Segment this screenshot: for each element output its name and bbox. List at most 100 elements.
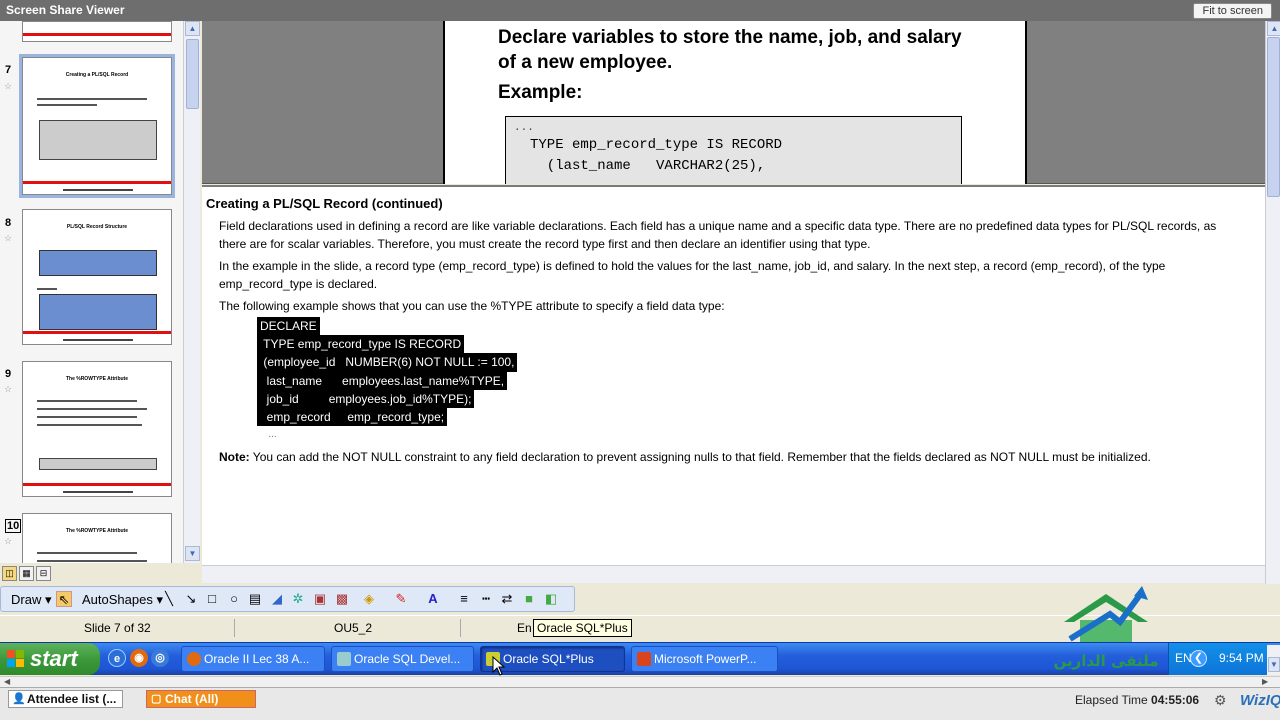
chat-label: Chat (All) xyxy=(165,692,219,706)
horizontal-scrollbar[interactable] xyxy=(202,565,1265,583)
task-powerpoint[interactable]: Microsoft PowerP... xyxy=(631,646,778,672)
ie-icon[interactable]: e xyxy=(108,649,126,667)
star-icon: ☆ xyxy=(4,536,13,546)
attendee-label: Attendee list (... xyxy=(27,692,117,706)
draw-menu[interactable]: Draw ▾ xyxy=(11,592,51,608)
code-line: (last_name VARCHAR2(25), xyxy=(530,158,766,174)
rectangle-icon[interactable]: □ xyxy=(204,591,220,607)
language-status: En xyxy=(517,621,532,635)
autoshapes-menu[interactable]: AutoShapes ▾ xyxy=(82,592,163,608)
scroll-up-icon[interactable]: ▲ xyxy=(185,21,200,36)
scroll-down-icon[interactable]: ▼ xyxy=(1268,657,1280,672)
dash-style-icon[interactable]: ┅ xyxy=(478,591,494,607)
elapsed-label: Elapsed Time xyxy=(1075,693,1148,707)
thumbnail-title: PL/SQL Record Structure xyxy=(66,224,128,230)
wordart-icon[interactable]: ◢ xyxy=(269,591,285,607)
viewer-title: Screen Share Viewer xyxy=(6,3,125,17)
sql-developer-icon xyxy=(337,652,351,666)
star-icon: ☆ xyxy=(4,384,13,394)
slide-number: 7 xyxy=(5,64,12,76)
mouse-cursor-icon xyxy=(492,656,506,676)
scroll-left-icon[interactable]: ◀ xyxy=(4,677,10,686)
note-text: You can add the NOT NULL constraint to a… xyxy=(249,450,1151,464)
code-line: TYPE emp_record_type IS RECORD xyxy=(530,137,783,153)
people-icon: 👤 xyxy=(12,693,26,705)
slide-show-icon[interactable]: ⊟ xyxy=(36,566,51,581)
notes-title: Creating a PL/SQL Record (continued) xyxy=(206,196,443,211)
code-line: last_name employees.last_name%TYPE, xyxy=(257,371,508,390)
thumbnail-title: The %ROWTYPE Attribute xyxy=(65,376,129,382)
quicklaunch-icon[interactable]: ◎ xyxy=(151,649,169,667)
thumbnail-title: Creating a PL/SQL Record xyxy=(65,72,129,78)
select-pointer-icon[interactable]: ⇖ xyxy=(56,591,72,607)
textbox-icon[interactable]: ▤ xyxy=(247,591,263,607)
slide-example-label: Example: xyxy=(498,82,583,103)
slide-code-box: ... TYPE emp_record_type IS RECORD (last… xyxy=(505,116,962,184)
firefox-icon[interactable]: ◉ xyxy=(130,649,148,667)
elapsed-value: 04:55:06 xyxy=(1151,693,1200,707)
line-icon[interactable]: ╲ xyxy=(161,591,177,607)
normal-view-icon[interactable]: ◫ xyxy=(2,566,17,581)
settings-gear-icon[interactable]: ⚙ xyxy=(1214,692,1227,709)
clock: 9:54 PM xyxy=(1219,651,1264,665)
fill-color-icon[interactable]: ◈ xyxy=(361,591,377,607)
fit-to-screen-button[interactable]: Fit to screen xyxy=(1193,3,1272,19)
note-label: Note: xyxy=(219,450,250,464)
slide-thumbnail-10[interactable]: The %ROWTYPE Attribute xyxy=(22,513,172,563)
right-scrollbar[interactable]: ▼ xyxy=(1267,645,1280,675)
scroll-up-icon[interactable]: ▲ xyxy=(1267,21,1280,36)
slide-counter: Slide 7 of 32 xyxy=(84,621,151,635)
elapsed-time: Elapsed Time 04:55:06 xyxy=(1075,693,1199,707)
bottom-scrollbar[interactable]: ◀ ▶ xyxy=(0,676,1280,687)
picture-icon[interactable]: ▩ xyxy=(334,591,350,607)
task-oracle-lecture[interactable]: Oracle II Lec 38 A... xyxy=(181,646,325,672)
font-color-icon[interactable]: A xyxy=(425,591,441,607)
viewer-title-bar: Screen Share Viewer xyxy=(0,0,1280,21)
notes-paragraph: In the example in the slide, a record ty… xyxy=(219,259,1166,291)
arrow-icon[interactable]: ↘ xyxy=(183,591,199,607)
slide-sorter-view-icon[interactable]: ▦ xyxy=(19,566,34,581)
code-line: job_id employees.job_id%TYPE); xyxy=(257,389,475,409)
slide-thumbnail-7[interactable]: Creating a PL/SQL Record xyxy=(19,54,175,198)
code-line: emp_record emp_record_type; xyxy=(257,408,448,427)
logo-text: ملتقى الدارين xyxy=(1053,652,1158,670)
wiziq-logo: WizIQ xyxy=(1240,692,1280,709)
firefox-icon xyxy=(187,652,201,666)
scroll-right-icon[interactable]: ▶ xyxy=(1262,677,1268,686)
line-style-icon[interactable]: ≡ xyxy=(456,591,472,607)
clipart-icon[interactable]: ▣ xyxy=(312,591,328,607)
sorter-scrollbar[interactable]: ▲ ▼ xyxy=(183,21,200,563)
chat-all-tab[interactable]: ▢ Chat (All) xyxy=(146,690,256,708)
notes-paragraph: Field declarations used in defining a re… xyxy=(219,219,1217,251)
code-line: ... xyxy=(514,122,534,134)
main-scrollbar[interactable]: ▲ xyxy=(1265,21,1280,584)
slide-heading: Declare variables to store the name, job… xyxy=(498,27,962,73)
slide-thumbnail-8[interactable]: PL/SQL Record Structure xyxy=(22,209,172,345)
task-sql-developer[interactable]: Oracle SQL Devel... xyxy=(331,646,474,672)
tray-expand-icon[interactable]: ❮ xyxy=(1190,650,1207,667)
slide-thumbnail-6[interactable] xyxy=(22,21,172,42)
powerpoint-icon xyxy=(637,652,651,666)
scroll-thumb[interactable] xyxy=(186,39,199,109)
slide-number: 10 xyxy=(5,519,22,533)
scroll-down-icon[interactable]: ▼ xyxy=(185,546,200,561)
slide-number: 8 xyxy=(5,217,12,229)
notes-note: Note: You can add the NOT NULL constrain… xyxy=(219,448,1219,466)
diagram-icon[interactable]: ✲ xyxy=(290,591,306,607)
line-color-icon[interactable]: ✎ xyxy=(393,591,409,607)
star-icon: ☆ xyxy=(4,81,13,91)
view-buttons: ◫ ▦ ⊟ xyxy=(0,565,200,583)
scroll-thumb[interactable] xyxy=(1267,37,1280,197)
task-label: Microsoft PowerP... xyxy=(654,652,757,666)
attendee-list-tab[interactable]: 👤 Attendee list (... xyxy=(8,690,124,708)
watermark-logo: ملتقى الدارين xyxy=(1053,586,1159,670)
system-tray: EN 9:54 PM xyxy=(1168,643,1268,675)
slide-thumbnail-9[interactable]: The %ROWTYPE Attribute xyxy=(22,361,172,497)
3d-style-icon[interactable]: ◧ xyxy=(543,591,559,607)
oval-icon[interactable]: ○ xyxy=(226,591,242,607)
shadow-icon[interactable]: ■ xyxy=(521,591,537,607)
task-label: Oracle SQL Devel... xyxy=(354,652,461,666)
design-name: OU5_2 xyxy=(334,621,373,635)
task-label: Oracle SQL*Plus xyxy=(503,652,594,666)
arrow-style-icon[interactable]: ⇄ xyxy=(499,591,515,607)
